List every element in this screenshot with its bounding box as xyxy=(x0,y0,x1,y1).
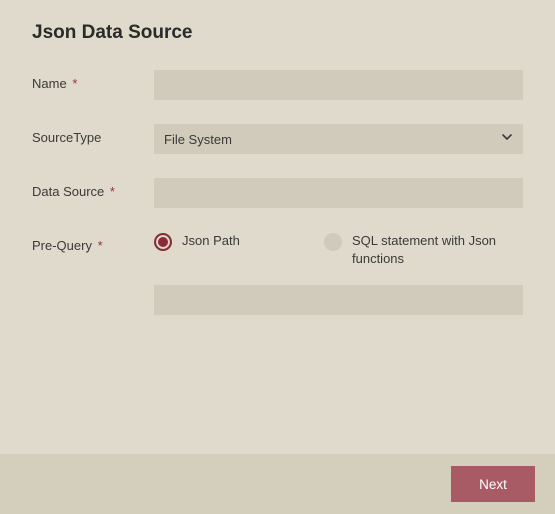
page-title: Json Data Source xyxy=(32,22,523,44)
label-name: Name * xyxy=(32,70,154,91)
next-button[interactable]: Next xyxy=(451,466,535,502)
radio-sql-json[interactable]: SQL statement with Json functions xyxy=(324,232,523,267)
prequery-input[interactable] xyxy=(154,285,523,315)
required-mark: * xyxy=(98,238,103,253)
label-datasource: Data Source * xyxy=(32,178,154,199)
radio-json-path-label: Json Path xyxy=(182,232,240,250)
footer: Next xyxy=(0,454,555,514)
row-name: Name * xyxy=(32,70,523,100)
sourcetype-select[interactable]: File System xyxy=(154,124,523,154)
required-mark: * xyxy=(110,184,115,199)
row-datasource: Data Source * xyxy=(32,178,523,208)
radio-selected-icon xyxy=(154,233,172,251)
required-mark: * xyxy=(72,76,77,91)
radio-unselected-icon xyxy=(324,233,342,251)
datasource-input[interactable] xyxy=(154,178,523,208)
label-sourcetype: SourceType xyxy=(32,124,154,145)
row-sourcetype: SourceType File System xyxy=(32,124,523,154)
row-prequery: Pre-Query * Json Path SQL statement with… xyxy=(32,232,523,315)
name-input[interactable] xyxy=(154,70,523,100)
radio-json-path[interactable]: Json Path xyxy=(154,232,324,267)
label-prequery: Pre-Query * xyxy=(32,232,154,253)
radio-sql-json-label: SQL statement with Json functions xyxy=(352,232,523,267)
